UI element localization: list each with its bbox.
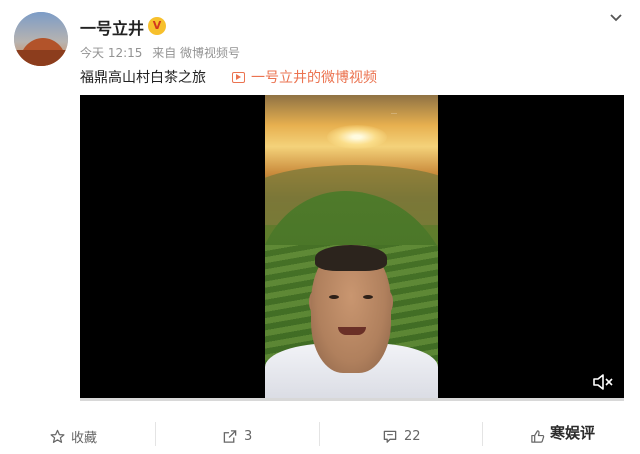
post-source[interactable]: 来自 微博视频号 [152,46,240,60]
video-frame: … [265,95,438,398]
video-progress-bar[interactable] [80,398,624,401]
comment-button[interactable]: 22 [382,418,421,454]
star-icon [50,429,65,443]
favorite-label: 收藏 [71,430,98,446]
repost-button[interactable]: 3 [222,418,252,454]
person-mouth [338,327,366,335]
person-eye-right [363,295,373,299]
video-watermark: … [391,109,397,116]
like-icon [531,429,545,443]
action-bar: 收藏 3 22 [0,418,640,454]
site-watermark: 寒娱评 [550,424,596,442]
person-eye-left [329,295,339,299]
vip-badge-icon: V [148,17,166,35]
chevron-down-icon[interactable] [608,10,624,26]
video-link[interactable]: 一号立井的微博视频 [232,67,377,87]
weibo-post-card: 一号立井 V 今天 12:15 来自 微博视频号 福鼎高山村白茶之旅 一号立井的… [0,0,640,454]
mute-icon[interactable] [592,373,614,391]
post-time[interactable]: 今天 12:15 [80,46,142,60]
action-divider [319,422,320,446]
video-icon [232,72,245,83]
comment-icon [383,430,397,443]
video-player[interactable]: … [80,95,624,398]
favorite-button[interactable]: 收藏 [50,418,97,454]
repost-icon [223,429,237,443]
repost-count: 3 [244,428,253,444]
video-link-label: 一号立井的微博视频 [251,70,377,86]
avatar-ground [16,50,68,66]
avatar[interactable] [14,12,68,66]
action-divider [155,422,156,446]
comment-count: 22 [404,428,421,444]
sunset [327,125,387,149]
person-hair [315,245,387,271]
like-button[interactable] [530,418,551,454]
post-meta: 今天 12:15 来自 微博视频号 [80,44,246,61]
username[interactable]: 一号立井 [80,15,144,39]
action-divider [482,422,483,446]
post-text: 福鼎高山村白茶之旅 [80,70,206,86]
